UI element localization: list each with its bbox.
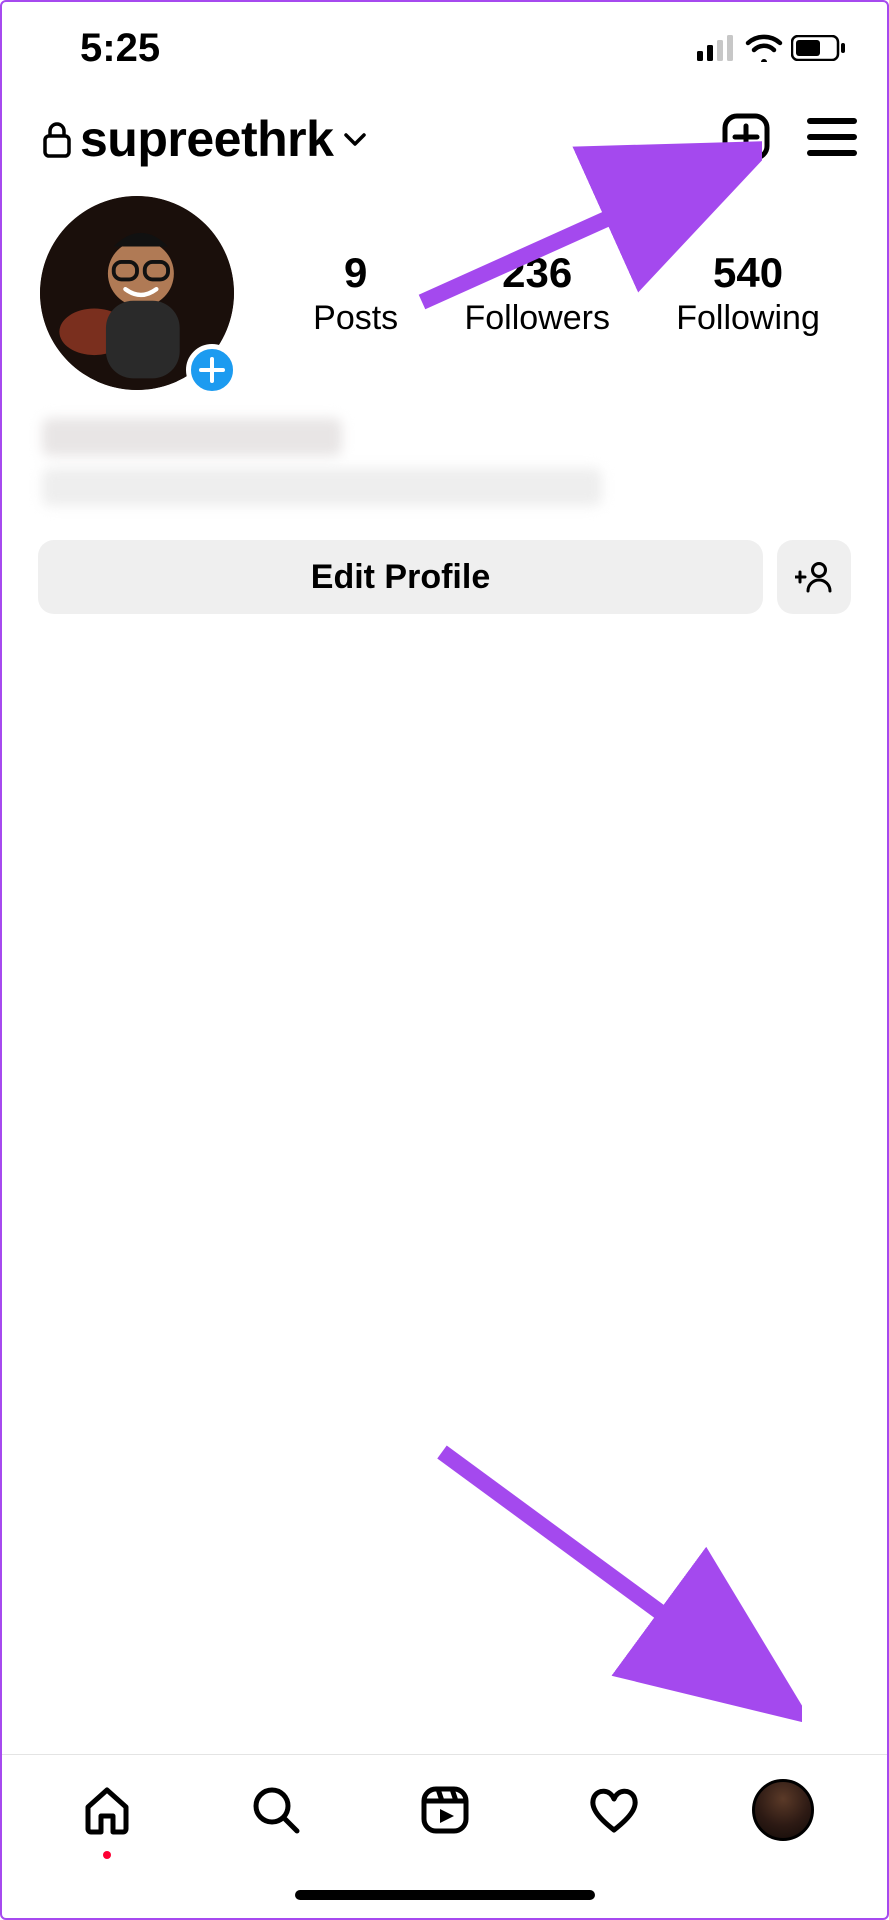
edit-profile-label: Edit Profile <box>311 558 490 597</box>
cellular-icon <box>697 35 737 61</box>
following-stat[interactable]: 540 Following <box>676 249 820 338</box>
plus-icon <box>199 357 225 383</box>
profile-header: supreethrk <box>2 82 887 176</box>
stats-row: 9 Posts 236 Followers 540 Following <box>234 249 853 338</box>
profile-avatar[interactable] <box>40 196 234 390</box>
chevron-down-icon <box>341 125 369 153</box>
wifi-icon <box>745 34 783 62</box>
bio-line-redacted <box>42 468 602 506</box>
status-icons <box>697 34 847 62</box>
create-post-button[interactable] <box>721 112 771 167</box>
home-icon <box>80 1783 134 1837</box>
bottom-nav <box>2 1754 887 1864</box>
add-person-icon <box>795 560 833 594</box>
nav-home[interactable] <box>72 1775 142 1845</box>
nav-activity[interactable] <box>579 1775 649 1845</box>
reels-icon <box>418 1783 472 1837</box>
bio-line-redacted <box>42 418 342 456</box>
nav-reels[interactable] <box>410 1775 480 1845</box>
battery-icon <box>791 35 847 61</box>
posts-count: 9 <box>313 249 398 297</box>
nav-home-indicator-dot <box>103 1851 111 1859</box>
lock-icon <box>42 120 72 158</box>
home-indicator-bar <box>295 1890 595 1900</box>
annotation-arrow-bottom <box>422 1432 802 1722</box>
nav-profile[interactable] <box>748 1775 818 1845</box>
search-icon <box>249 1783 303 1837</box>
hamburger-icon <box>807 116 857 158</box>
profile-info-row: 9 Posts 236 Followers 540 Following <box>2 176 887 390</box>
nav-avatar-icon <box>752 1779 814 1841</box>
heart-icon <box>586 1784 642 1836</box>
followers-count: 236 <box>464 249 609 297</box>
following-count: 540 <box>676 249 820 297</box>
nav-search[interactable] <box>241 1775 311 1845</box>
discover-people-button[interactable] <box>777 540 851 614</box>
edit-profile-button[interactable]: Edit Profile <box>38 540 763 614</box>
posts-stat[interactable]: 9 Posts <box>313 249 398 338</box>
followers-label: Followers <box>464 299 609 338</box>
status-time: 5:25 <box>80 26 160 71</box>
plus-square-icon <box>721 112 771 162</box>
profile-actions: Edit Profile <box>2 528 887 626</box>
username-label: supreethrk <box>80 110 333 168</box>
menu-button[interactable] <box>807 116 857 163</box>
followers-stat[interactable]: 236 Followers <box>464 249 609 338</box>
posts-label: Posts <box>313 299 398 338</box>
add-story-badge[interactable] <box>186 344 238 396</box>
username-switcher[interactable]: supreethrk <box>42 110 369 168</box>
status-bar: 5:25 <box>2 2 887 82</box>
following-label: Following <box>676 299 820 338</box>
bio-section <box>2 390 887 528</box>
